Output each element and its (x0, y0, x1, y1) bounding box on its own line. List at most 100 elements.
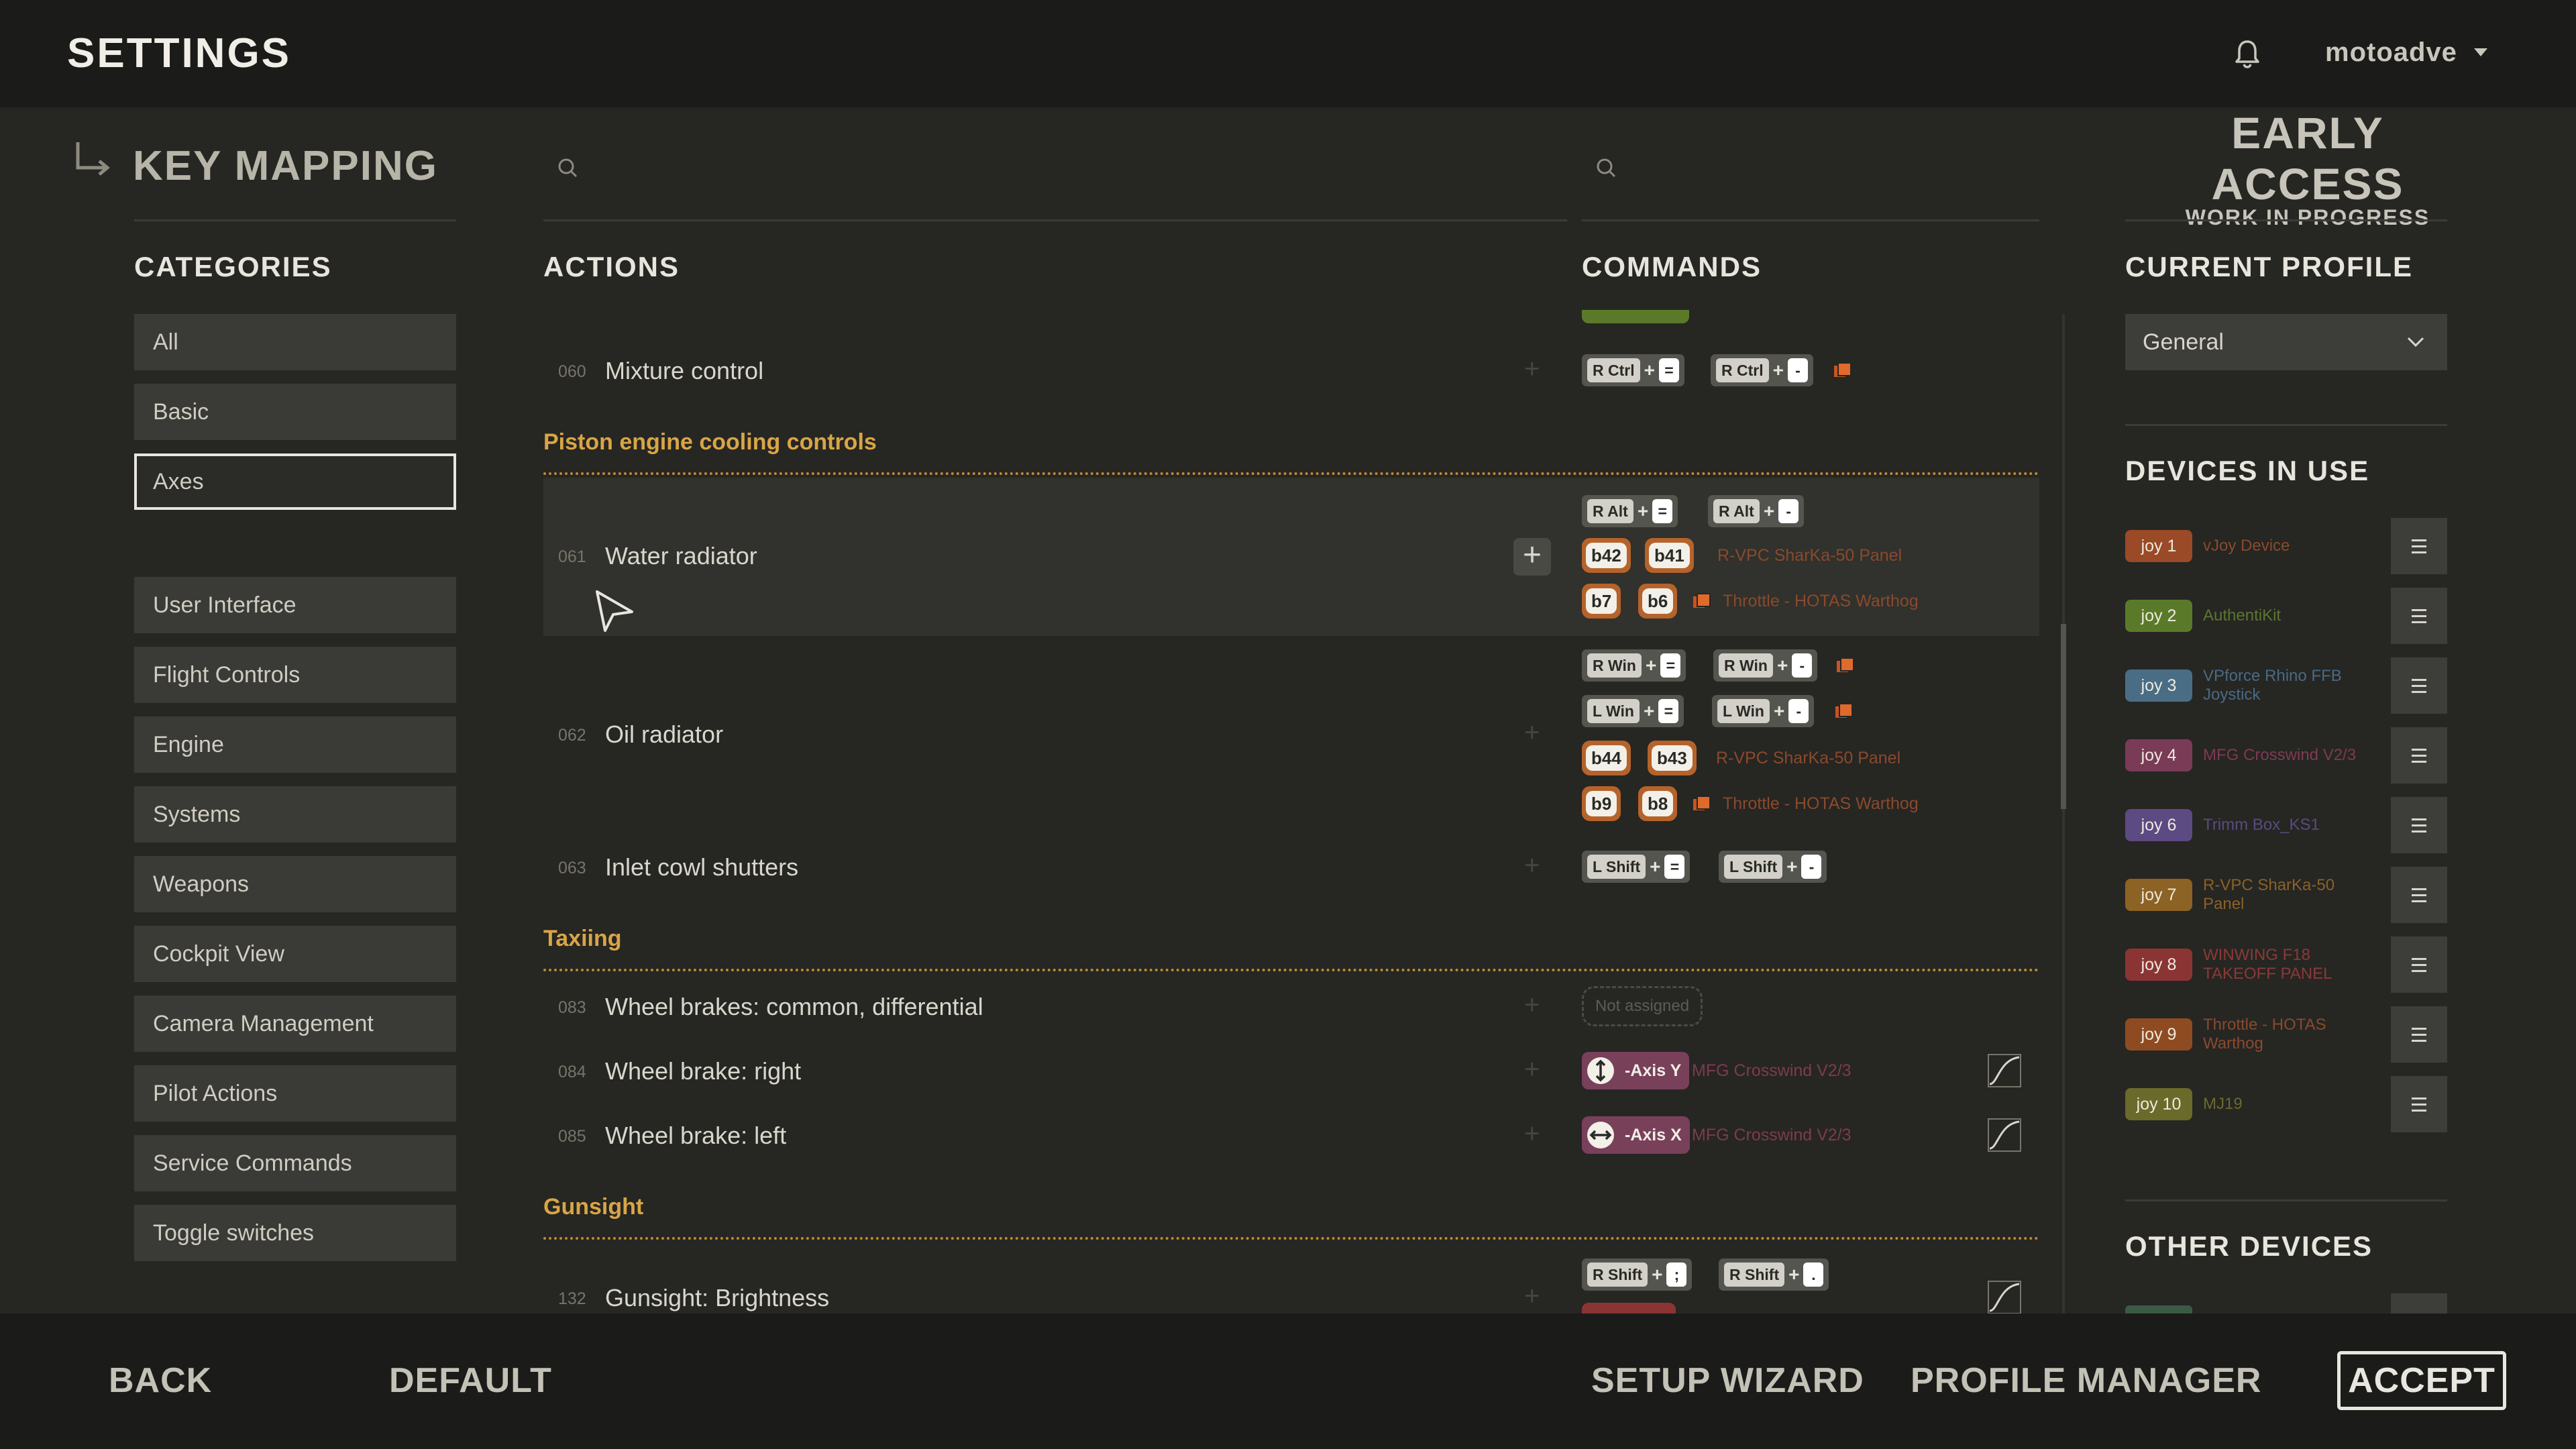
plus-sign: + (1643, 700, 1655, 721)
settings-title: SETTINGS (67, 30, 292, 76)
profile-select[interactable]: General (2125, 314, 2447, 370)
action-mixture-control[interactable]: Mixture control (605, 357, 763, 385)
action-wheel-brake-left[interactable]: Wheel brake: left (605, 1122, 786, 1150)
curve-icon[interactable] (1987, 1118, 2022, 1152)
category-systems[interactable]: Systems (134, 786, 456, 843)
category-basic[interactable]: Basic (134, 384, 456, 440)
device-row: joy 8 WINWING F18 TAKEOFF PANEL (2125, 936, 2447, 993)
category-engine[interactable]: Engine (134, 716, 456, 773)
category-cockpit-view[interactable]: Cockpit View (134, 926, 456, 982)
group-header-gunsight: Gunsight (543, 1194, 644, 1220)
scrollbar-thumb[interactable] (2061, 624, 2066, 809)
action-wheel-brake-right[interactable]: Wheel brake: right (605, 1057, 801, 1085)
key-combo-chip[interactable]: R Shift +. (1719, 1258, 1829, 1291)
profile-manager-button[interactable]: PROFILE MANAGER (1911, 1360, 2261, 1401)
add-binding-icon[interactable]: + (1524, 354, 1540, 384)
action-inlet-cowl-shutters[interactable]: Inlet cowl shutters (605, 853, 798, 881)
key-combo-chip[interactable]: R Win + - (1713, 649, 1818, 682)
chevron-down-icon[interactable] (2474, 48, 2487, 56)
key-combo-chip[interactable]: R Win + = (1582, 649, 1686, 682)
device-menu-button[interactable] (2391, 657, 2447, 714)
curve-icon[interactable] (1987, 1280, 2022, 1315)
device-name: MFG Crosswind V2/3 (2203, 746, 2357, 764)
device-menu-button[interactable] (2391, 1006, 2447, 1063)
device-label: Throttle - HOTAS Warthog (1723, 794, 1919, 813)
button-cap: b6 (1642, 588, 1674, 614)
category-camera-management[interactable]: Camera Management (134, 996, 456, 1052)
plus-sign: + (1763, 500, 1775, 521)
setup-wizard-button[interactable]: SETUP WIZARD (1591, 1360, 1864, 1401)
add-binding-icon[interactable]: + (1524, 718, 1540, 748)
group-header-cooling: Piston engine cooling controls (543, 429, 877, 455)
action-wheel-brakes-common[interactable]: Wheel brakes: common, differential (605, 993, 983, 1021)
divider (2125, 219, 2447, 221)
device-menu-button[interactable] (2391, 936, 2447, 993)
category-axes[interactable]: Axes (134, 453, 456, 510)
action-water-radiator[interactable]: Water radiator (605, 542, 757, 570)
add-binding-icon[interactable]: + (1524, 1281, 1540, 1311)
back-button[interactable]: BACK (109, 1360, 212, 1401)
key-cap: L Shift (1587, 855, 1646, 879)
curve-icon[interactable] (1987, 1053, 2022, 1088)
key-combo-chip[interactable]: R Shift +; (1582, 1258, 1693, 1291)
button-chip[interactable]: b43 (1648, 741, 1697, 775)
button-chip[interactable]: b41 (1645, 538, 1694, 573)
category-all[interactable]: All (134, 314, 456, 370)
key-combo-chip[interactable]: L Win + = (1582, 695, 1684, 727)
key-cap: = (1652, 499, 1673, 523)
category-pilot-actions[interactable]: Pilot Actions (134, 1065, 456, 1122)
divider (134, 219, 456, 221)
add-binding-icon[interactable]: + (1524, 1055, 1540, 1085)
actions-search-input[interactable] (590, 148, 1529, 188)
plus-sign: + (1644, 360, 1655, 380)
device-menu-button[interactable] (2391, 588, 2447, 644)
add-binding-icon[interactable]: + (1524, 1119, 1540, 1149)
category-flight-controls[interactable]: Flight Controls (134, 647, 456, 703)
key-combo-chip[interactable]: L Shift + = (1582, 851, 1690, 883)
category-weapons[interactable]: Weapons (134, 856, 456, 912)
device-menu-button[interactable] (2391, 1076, 2447, 1132)
add-binding-icon[interactable]: + (1524, 990, 1540, 1020)
axis-binding-chip[interactable]: -Axis Y (1582, 1052, 1690, 1089)
device-menu-button[interactable] (2391, 797, 2447, 853)
settings-screen: SETTINGS motoadve KEY MAPPING EARLY ACCE… (0, 0, 2576, 1449)
key-combo-chip[interactable]: R Alt + = (1582, 495, 1678, 527)
button-chip[interactable]: b7 (1582, 584, 1621, 619)
add-binding-button[interactable]: + (1513, 538, 1551, 576)
device-menu-button[interactable] (2391, 518, 2447, 574)
key-combo-chip[interactable]: L Shift + - (1719, 851, 1827, 883)
device-menu-button[interactable] (2391, 727, 2447, 784)
action-number: 132 (558, 1289, 586, 1308)
axis-binding-chip[interactable]: -Axis X (1582, 1116, 1690, 1154)
button-chip[interactable]: b6 (1638, 584, 1678, 619)
category-user-interface[interactable]: User Interface (134, 577, 456, 633)
default-button[interactable]: DEFAULT (389, 1360, 552, 1401)
bell-icon[interactable] (2231, 38, 2263, 70)
key-combo-chip[interactable]: R Ctrl + - (1711, 354, 1813, 386)
page-title: KEY MAPPING (133, 143, 438, 189)
action-gunsight-brightness[interactable]: Gunsight: Brightness (605, 1284, 829, 1312)
button-chip[interactable]: b9 (1582, 786, 1621, 821)
not-assigned-slot[interactable]: Not assigned (1582, 986, 1703, 1026)
button-chip[interactable]: b44 (1582, 741, 1631, 775)
button-chip[interactable]: b42 (1582, 538, 1631, 573)
scrollbar-track[interactable] (2062, 314, 2065, 1313)
plus-sign: + (1652, 1264, 1663, 1285)
accept-button[interactable]: ACCEPT (2337, 1351, 2506, 1410)
key-combo-chip[interactable]: R Ctrl + = (1582, 354, 1684, 386)
device-row: joy 1 vJoy Device (2125, 518, 2447, 574)
plus-sign: + (1788, 1264, 1800, 1285)
key-combo-chip[interactable]: R Alt + - (1708, 495, 1805, 527)
key-cap: - (1787, 358, 1808, 382)
category-toggle-switches[interactable]: Toggle switches (134, 1205, 456, 1261)
username[interactable]: motoadve (2325, 38, 2457, 68)
device-menu-button[interactable] (2391, 867, 2447, 923)
add-binding-icon[interactable]: + (1524, 851, 1540, 881)
category-service-commands[interactable]: Service Commands (134, 1135, 456, 1191)
key-combo-chip[interactable]: L Win + - (1712, 695, 1815, 727)
key-cap: = (1660, 653, 1681, 678)
commands-search-input[interactable] (1629, 148, 2045, 188)
action-oil-radiator[interactable]: Oil radiator (605, 720, 723, 749)
device-name: R-VPC SharKa-50 Panel (2203, 876, 2335, 913)
button-chip[interactable]: b8 (1638, 786, 1678, 821)
